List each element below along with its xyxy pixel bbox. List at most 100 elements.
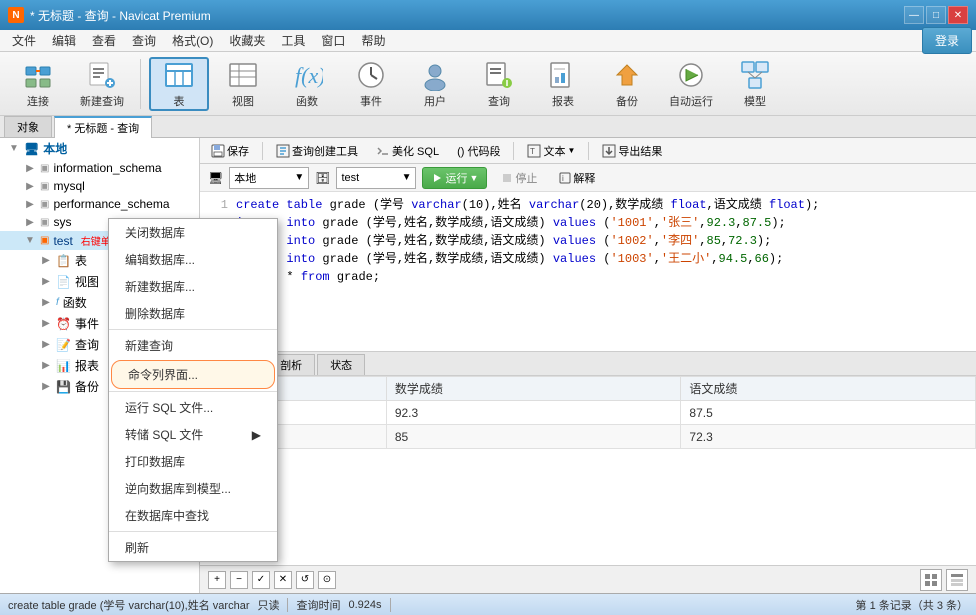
result-tab-status[interactable]: 状态 (317, 354, 365, 375)
menu-favorites[interactable]: 收藏夹 (221, 30, 273, 51)
events-icon: ⏰ (56, 317, 71, 331)
toolbar-backup[interactable]: 备份 (597, 57, 657, 111)
toolbar-view[interactable]: 视图 (213, 57, 273, 111)
conn-dropdown-arrow: ▼ (294, 172, 304, 183)
code-line-3: 3 insert into grade (学号,姓名,数学成绩,语文成绩) va… (208, 232, 968, 250)
ctx-run-sql[interactable]: 运行 SQL 文件... (109, 394, 277, 421)
menu-query[interactable]: 查询 (124, 30, 164, 51)
sidebar-item-info-schema[interactable]: ▶ ▣ information_schema (0, 159, 199, 177)
cell-math-2: 85 (386, 425, 681, 449)
toolbar-autorun-label: 自动运行 (669, 93, 713, 109)
code-snippet-label: () 代码段 (457, 143, 500, 159)
code-snippet-button[interactable]: () 代码段 (450, 140, 507, 162)
code-editor[interactable]: 1 create table grade (学号 varchar(10),姓名 … (200, 192, 976, 352)
app-icon: N (8, 7, 24, 23)
menu-tools[interactable]: 工具 (273, 30, 313, 51)
remove-row-button[interactable]: − (230, 571, 248, 589)
sidebar-item-perf[interactable]: ▶ ▣ performance_schema (0, 195, 199, 213)
explain-button[interactable]: i 解释 (551, 168, 603, 188)
menu-window[interactable]: 窗口 (313, 30, 353, 51)
add-row-button[interactable]: + (208, 571, 226, 589)
svg-text:f(x): f(x) (295, 63, 323, 88)
ctx-sep-3 (109, 531, 277, 532)
cell-math-1: 92.3 (386, 401, 681, 425)
ctx-dump-sql-arrow: ▶ (252, 428, 261, 442)
model-icon (739, 59, 771, 91)
filter-button[interactable]: ⊙ (318, 571, 336, 589)
ctx-new-db[interactable]: 新建数据库... (109, 273, 277, 300)
ctx-new-query[interactable]: 新建查询 (109, 332, 277, 359)
ctx-refresh[interactable]: 刷新 (109, 534, 277, 561)
create-tool-button[interactable]: 查询创建工具 (269, 140, 365, 162)
toolbar-report[interactable]: 报表 (533, 57, 593, 111)
ctx-print-db[interactable]: 打印数据库 (109, 448, 277, 475)
toolbar-func[interactable]: f(x) 函数 (277, 57, 337, 111)
grid-view-button[interactable] (920, 569, 942, 591)
menu-help[interactable]: 帮助 (353, 30, 393, 51)
ctx-dump-sql[interactable]: 转储 SQL 文件 ▶ (109, 421, 277, 448)
ctx-delete-db[interactable]: 删除数据库 (109, 300, 277, 327)
reports-icon: 📊 (56, 359, 71, 373)
list-view-button[interactable] (946, 569, 968, 591)
discard-button[interactable]: ✕ (274, 571, 292, 589)
func-icon: f(x) (291, 59, 323, 91)
menu-view[interactable]: 查看 (84, 30, 124, 51)
sidebar-local-label: 本地 (43, 140, 67, 157)
beautify-button[interactable]: 美化 SQL (369, 140, 446, 162)
sidebar-item-local[interactable]: ▼ 🖥 本地 (0, 138, 199, 159)
login-button[interactable]: 登录 (922, 27, 972, 54)
close-button[interactable]: ✕ (948, 6, 968, 24)
confirm-button[interactable]: ✓ (252, 571, 270, 589)
sidebar-queries-label: 查询 (75, 336, 99, 353)
toolbar-user[interactable]: 用户 (405, 57, 465, 111)
save-button[interactable]: 保存 (204, 140, 256, 162)
menu-format[interactable]: 格式(O) (164, 30, 221, 51)
ctx-edit-db[interactable]: 编辑数据库... (109, 246, 277, 273)
text-button[interactable]: T 文本 ▼ (520, 140, 582, 162)
titlebar-controls[interactable]: — □ ✕ (904, 6, 968, 24)
tab-object[interactable]: 对象 (4, 116, 52, 137)
sidebar-backup-label: 备份 (75, 378, 99, 395)
export-button[interactable]: 导出结果 (595, 140, 669, 162)
sidebar-item-mysql[interactable]: ▶ ▣ mysql (0, 177, 199, 195)
toolbar-event[interactable]: 事件 (341, 57, 401, 111)
create-tool-label: 查询创建工具 (292, 143, 358, 159)
toolbar-query[interactable]: 查询 (469, 57, 529, 111)
ctx-reverse-model[interactable]: 逆向数据库到模型... (109, 475, 277, 502)
ctx-command-line[interactable]: 命令列界面... (111, 360, 275, 389)
toolbar-connect[interactable]: 连接 (8, 57, 68, 111)
toolbar-backup-label: 备份 (616, 93, 638, 109)
toolbar-table[interactable]: 表 (149, 57, 209, 111)
run-button[interactable]: 运行 ▼ (422, 167, 487, 189)
toolbar-newquery[interactable]: 新建查询 (72, 57, 132, 111)
database-dropdown[interactable]: test ▼ (336, 167, 416, 189)
qtool-sep-3 (588, 142, 589, 160)
connection-dropdown[interactable]: 本地 ▼ (229, 167, 309, 189)
menu-edit[interactable]: 编辑 (44, 30, 84, 51)
export-label: 导出结果 (618, 143, 662, 159)
toolbar-autorun[interactable]: 自动运行 (661, 57, 721, 111)
ctx-sep-1 (109, 329, 277, 330)
code-line-4: 4 insert into grade (学号,姓名,数学成绩,语文成绩) va… (208, 250, 968, 268)
table-row[interactable]: 张三 92.3 87.5 (201, 401, 976, 425)
stop-button[interactable]: 停止 (493, 168, 545, 188)
database-value: test (341, 172, 359, 184)
titlebar: N * 无标题 - 查询 - Navicat Premium — □ ✕ (0, 0, 976, 30)
maximize-button[interactable]: □ (926, 6, 946, 24)
ctx-find-in-db[interactable]: 在数据库中查找 (109, 502, 277, 529)
sidebar-mysql-label: mysql (53, 179, 84, 193)
ctx-close-db[interactable]: 关闭数据库 (109, 219, 277, 246)
table-row[interactable]: 李四 85 72.3 (201, 425, 976, 449)
menu-file[interactable]: 文件 (4, 30, 44, 51)
text-dropdown-arrow: ▼ (567, 146, 575, 155)
sidebar-info-schema-label: information_schema (53, 161, 161, 175)
toolbar-model[interactable]: 模型 (725, 57, 785, 111)
tree-toggle-tables: ▶ (40, 255, 52, 267)
query-time-value: 0.924s (348, 599, 381, 611)
main-tabbar: 对象 * 无标题 - 查询 (0, 116, 976, 138)
tab-query[interactable]: * 无标题 - 查询 (54, 116, 152, 138)
minimize-button[interactable]: — (904, 6, 924, 24)
event-icon (355, 59, 387, 91)
refresh-button[interactable]: ↺ (296, 571, 314, 589)
qtool-sep-1 (262, 142, 263, 160)
